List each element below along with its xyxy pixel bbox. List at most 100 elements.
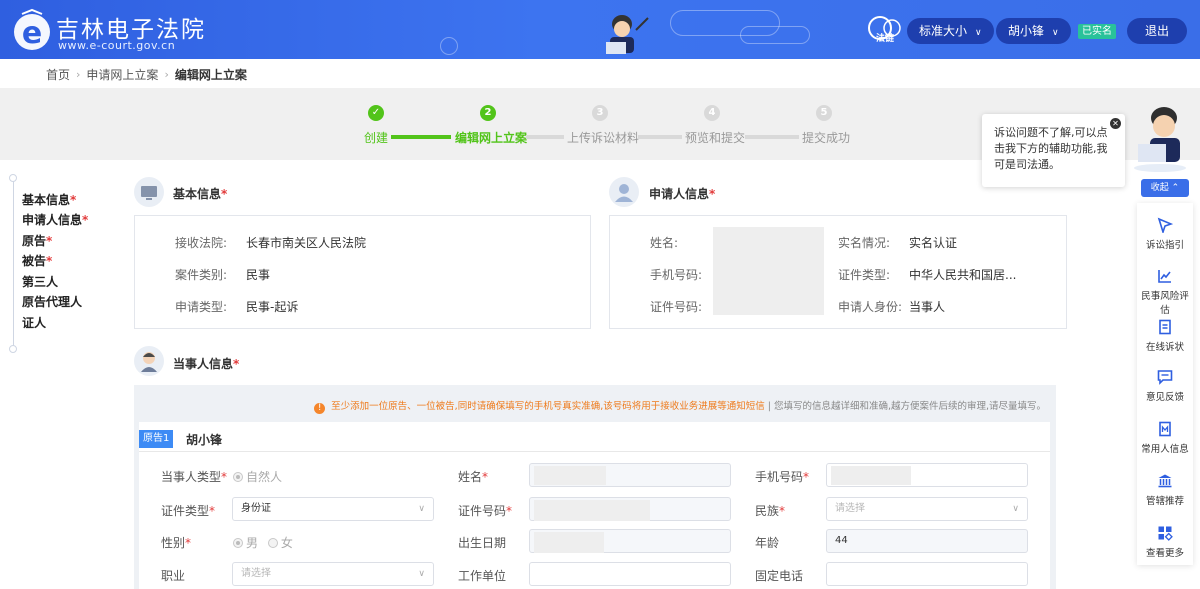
gender-radio-group[interactable]: 男 女 bbox=[233, 534, 293, 551]
nav-basic-info[interactable]: 基本信息* bbox=[22, 191, 76, 208]
fixed-phone-label: 固定电话 bbox=[755, 569, 804, 583]
redacted-birth bbox=[534, 532, 604, 553]
cursor-icon bbox=[1157, 217, 1173, 233]
notice-extra: | 您填写的信息越详细和准确,越方便案件后续的审理,请尽量填写。 bbox=[764, 401, 1046, 412]
ethnic-select[interactable]: 请选择 ∨ bbox=[826, 497, 1028, 521]
step-4-indicator: 4 bbox=[704, 105, 720, 121]
id-type-select[interactable]: 身份证 ∨ bbox=[232, 497, 434, 521]
basic-info-card: 接收法院: 长春市南关区人民法院 案件类别: 民事 申请类型: 民事-起诉 bbox=[134, 215, 591, 329]
breadcrumb-home[interactable]: 首页 bbox=[46, 66, 70, 83]
collapse-button[interactable]: 收起 ⌃ bbox=[1141, 179, 1189, 197]
nav-plaintiff-agent[interactable]: 原告代理人 bbox=[22, 293, 82, 310]
chevron-down-icon: ∨ bbox=[418, 504, 425, 514]
breadcrumb-current: 编辑网上立案 bbox=[174, 68, 247, 82]
radio-icon bbox=[233, 538, 243, 548]
font-size-select[interactable]: 标准大小 ∨ bbox=[907, 18, 994, 44]
nav-witness[interactable]: 证人 bbox=[22, 314, 46, 331]
side-item-contacts[interactable]: 常用人信息 bbox=[1137, 421, 1193, 455]
party-tab-name[interactable]: 胡小锋 bbox=[186, 431, 222, 448]
decor-sun-icon bbox=[440, 37, 458, 55]
party-notice: ! 至少添加一位原告、一位被告,同时请确保填写的手机号真实准确,该号码将用于接收业… bbox=[314, 398, 1046, 414]
id-no-label: 证件号码* bbox=[458, 504, 513, 518]
identity-label: 申请人身份: bbox=[838, 300, 903, 314]
side-item-more[interactable]: 查看更多 bbox=[1137, 525, 1193, 559]
logout-button[interactable]: 退出 bbox=[1127, 18, 1187, 44]
redacted-name bbox=[534, 466, 606, 485]
court-value: 长春市南关区人民法院 bbox=[246, 236, 367, 250]
breadcrumb: 首页 › 申请网上立案 › 编辑网上立案 bbox=[46, 66, 247, 83]
applicant-info-title: 申请人信息* bbox=[649, 187, 716, 201]
tab-divider bbox=[139, 451, 1050, 452]
applicant-id-label: 证件号码: bbox=[650, 300, 703, 314]
chart-icon bbox=[1158, 270, 1171, 283]
realname-label: 实名情况: bbox=[838, 236, 891, 250]
warning-icon: ! bbox=[314, 403, 326, 414]
step-5-indicator: 5 bbox=[816, 105, 832, 121]
user-name: 胡小锋 bbox=[1008, 24, 1045, 38]
fazhi-chain-icon[interactable]: 法链 bbox=[864, 14, 908, 44]
step-3-indicator: 3 bbox=[592, 105, 608, 121]
apply-type-value: 民事-起诉 bbox=[246, 300, 299, 314]
nav-timeline-dot bbox=[9, 174, 17, 182]
case-type-label: 案件类别: bbox=[175, 268, 228, 282]
nav-plaintiff[interactable]: 原告* bbox=[22, 232, 52, 249]
id-type-label: 证件类型* bbox=[161, 504, 216, 518]
fixed-phone-input[interactable] bbox=[826, 562, 1028, 586]
mascot-icon bbox=[606, 15, 649, 54]
step-5-label: 提交成功 bbox=[802, 131, 851, 145]
step-2-label: 编辑网上立案 bbox=[455, 131, 528, 145]
step-4-label: 预览和提交 bbox=[685, 131, 746, 145]
redacted-applicant-block bbox=[713, 227, 824, 315]
decor-cloud-icon bbox=[740, 26, 810, 44]
breadcrumb-separator-icon: › bbox=[76, 68, 81, 81]
document-icon bbox=[1159, 319, 1171, 335]
message-icon bbox=[1157, 370, 1173, 385]
id-type-value: 中华人民共和国居... bbox=[909, 268, 1017, 282]
verified-badge: 已实名 bbox=[1078, 24, 1116, 39]
close-icon[interactable]: ✕ bbox=[1110, 118, 1121, 129]
contact-icon bbox=[1159, 421, 1171, 437]
basic-info-title: 基本信息* bbox=[173, 187, 228, 201]
nav-timeline-dot bbox=[9, 345, 17, 353]
breadcrumb-apply[interactable]: 申请网上立案 bbox=[86, 66, 158, 83]
svg-text:e: e bbox=[22, 16, 42, 51]
tooltip-text: 诉讼问题不了解,可以点击我下方的辅助功能,我可是司法通。 bbox=[994, 126, 1108, 171]
birth-label: 出生日期 bbox=[458, 536, 507, 550]
assistant-mascot-icon[interactable] bbox=[1128, 100, 1192, 174]
step-1-check-icon: ✓ bbox=[368, 105, 384, 121]
side-item-jurisdiction[interactable]: 管辖推荐 bbox=[1137, 473, 1193, 507]
party-info-title: 当事人信息* bbox=[173, 357, 240, 371]
ethnic-label: 民族* bbox=[755, 504, 786, 518]
court-label: 接收法院: bbox=[175, 236, 228, 250]
party-type-radio[interactable]: 自然人 bbox=[233, 468, 282, 485]
side-item-feedback[interactable]: 意见反馈 bbox=[1137, 369, 1193, 403]
job-select[interactable]: 请选择 ∨ bbox=[232, 562, 434, 586]
assistant-sidebar: 诉讼指引 民事风险评估 在线诉状 意见反馈 常用人信息 管辖推荐 查看更多 bbox=[1137, 203, 1193, 565]
realname-value: 实名认证 bbox=[909, 236, 958, 250]
case-type-value: 民事 bbox=[246, 268, 271, 282]
party-avatar-icon bbox=[134, 346, 164, 376]
party-tab-badge[interactable]: 原告1 bbox=[139, 430, 174, 448]
user-menu[interactable]: 胡小锋 ∨ bbox=[996, 18, 1071, 44]
court-logo-icon: e bbox=[14, 8, 50, 51]
nav-defendant[interactable]: 被告* bbox=[22, 252, 52, 269]
side-item-complaint[interactable]: 在线诉状 bbox=[1137, 319, 1193, 353]
fazhi-label: 法链 bbox=[876, 32, 895, 44]
work-input[interactable] bbox=[529, 562, 731, 586]
nav-third-party[interactable]: 第三人 bbox=[22, 273, 58, 290]
step-line bbox=[745, 135, 799, 139]
nav-applicant-info[interactable]: 申请人信息* bbox=[22, 211, 88, 228]
gender-label: 性别* bbox=[161, 536, 192, 550]
applicant-info-card: 姓名: 手机号码: 证件号码: 实名情况: 实名认证 证件类型: 中华人民共和国… bbox=[609, 215, 1067, 329]
party-panel: ! 至少添加一位原告、一位被告,同时请确保填写的手机号真实准确,该号码将用于接收业… bbox=[134, 385, 1056, 589]
user-avatar-icon bbox=[609, 177, 639, 207]
redacted-id-no bbox=[534, 500, 650, 521]
step-line bbox=[638, 135, 682, 139]
applicant-phone-label: 手机号码: bbox=[650, 268, 703, 282]
party-type-label: 当事人类型* bbox=[161, 470, 228, 484]
identity-value: 当事人 bbox=[909, 300, 946, 314]
step-line bbox=[391, 135, 451, 139]
side-item-risk[interactable]: 民事风险评估 bbox=[1137, 268, 1193, 316]
side-item-guide[interactable]: 诉讼指引 bbox=[1137, 217, 1193, 251]
age-input[interactable]: 44 bbox=[826, 529, 1028, 553]
